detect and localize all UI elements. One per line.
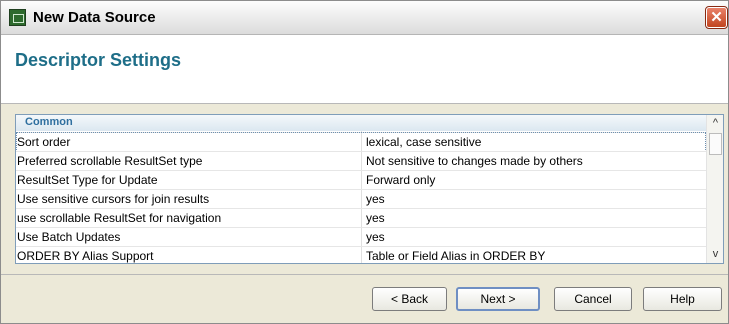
property-value[interactable]: yes [366, 230, 385, 244]
property-value[interactable]: Forward only [366, 173, 435, 187]
page-title: Descriptor Settings [15, 50, 182, 70]
property-value[interactable]: lexical, case sensitive [366, 135, 481, 149]
footer-divider [1, 274, 728, 275]
scroll-thumb[interactable] [709, 133, 722, 155]
property-row-batch-updates[interactable]: Use Batch Updates yes [16, 227, 706, 247]
property-row-scrollable-navigation[interactable]: use scrollable ResultSet for navigation … [16, 208, 706, 228]
property-name: Use sensitive cursors for join results [17, 192, 210, 206]
window-title: New Data Source [33, 9, 156, 26]
property-name: ResultSet Type for Update [17, 173, 158, 187]
app-icon [9, 9, 26, 26]
scroll-down-arrow-icon[interactable]: v [707, 246, 723, 263]
section-header-common[interactable]: Common [16, 115, 706, 131]
wizard-header: Descriptor Settings [1, 35, 728, 104]
help-button[interactable]: Help [643, 287, 722, 311]
cancel-button[interactable]: Cancel [554, 287, 632, 311]
section-label: Common [25, 116, 73, 128]
vertical-scrollbar[interactable]: ^ v [706, 115, 723, 263]
title-bar[interactable]: New Data Source ✕ [1, 1, 728, 35]
back-button[interactable]: < Back [372, 287, 447, 311]
next-button[interactable]: Next > [456, 287, 540, 311]
property-name: ORDER BY Alias Support [17, 249, 154, 263]
property-name: Sort order [17, 135, 71, 149]
scroll-up-arrow-icon[interactable]: ^ [707, 115, 723, 132]
property-value[interactable]: yes [366, 192, 385, 206]
property-value[interactable]: Table or Field Alias in ORDER BY [366, 249, 545, 263]
property-row-scrollable-type[interactable]: Preferred scrollable ResultSet type Not … [16, 151, 706, 171]
property-row-resultset-update[interactable]: ResultSet Type for Update Forward only [16, 170, 706, 190]
property-grid[interactable]: Common Sort order lexical, case sensitiv… [15, 114, 724, 264]
property-row-order-by-alias[interactable]: ORDER BY Alias Support Table or Field Al… [16, 246, 706, 263]
property-value[interactable]: Not sensitive to changes made by others [366, 154, 583, 168]
property-row-sort-order[interactable]: Sort order lexical, case sensitive [16, 132, 706, 152]
close-button[interactable]: ✕ [705, 6, 728, 29]
property-name: use scrollable ResultSet for navigation [17, 211, 222, 225]
property-name: Preferred scrollable ResultSet type [17, 154, 203, 168]
property-row-sensitive-cursors[interactable]: Use sensitive cursors for join results y… [16, 189, 706, 209]
property-value[interactable]: yes [366, 211, 385, 225]
property-name: Use Batch Updates [17, 230, 121, 244]
dialog-window: New Data Source ✕ Descriptor Settings Co… [0, 0, 729, 324]
